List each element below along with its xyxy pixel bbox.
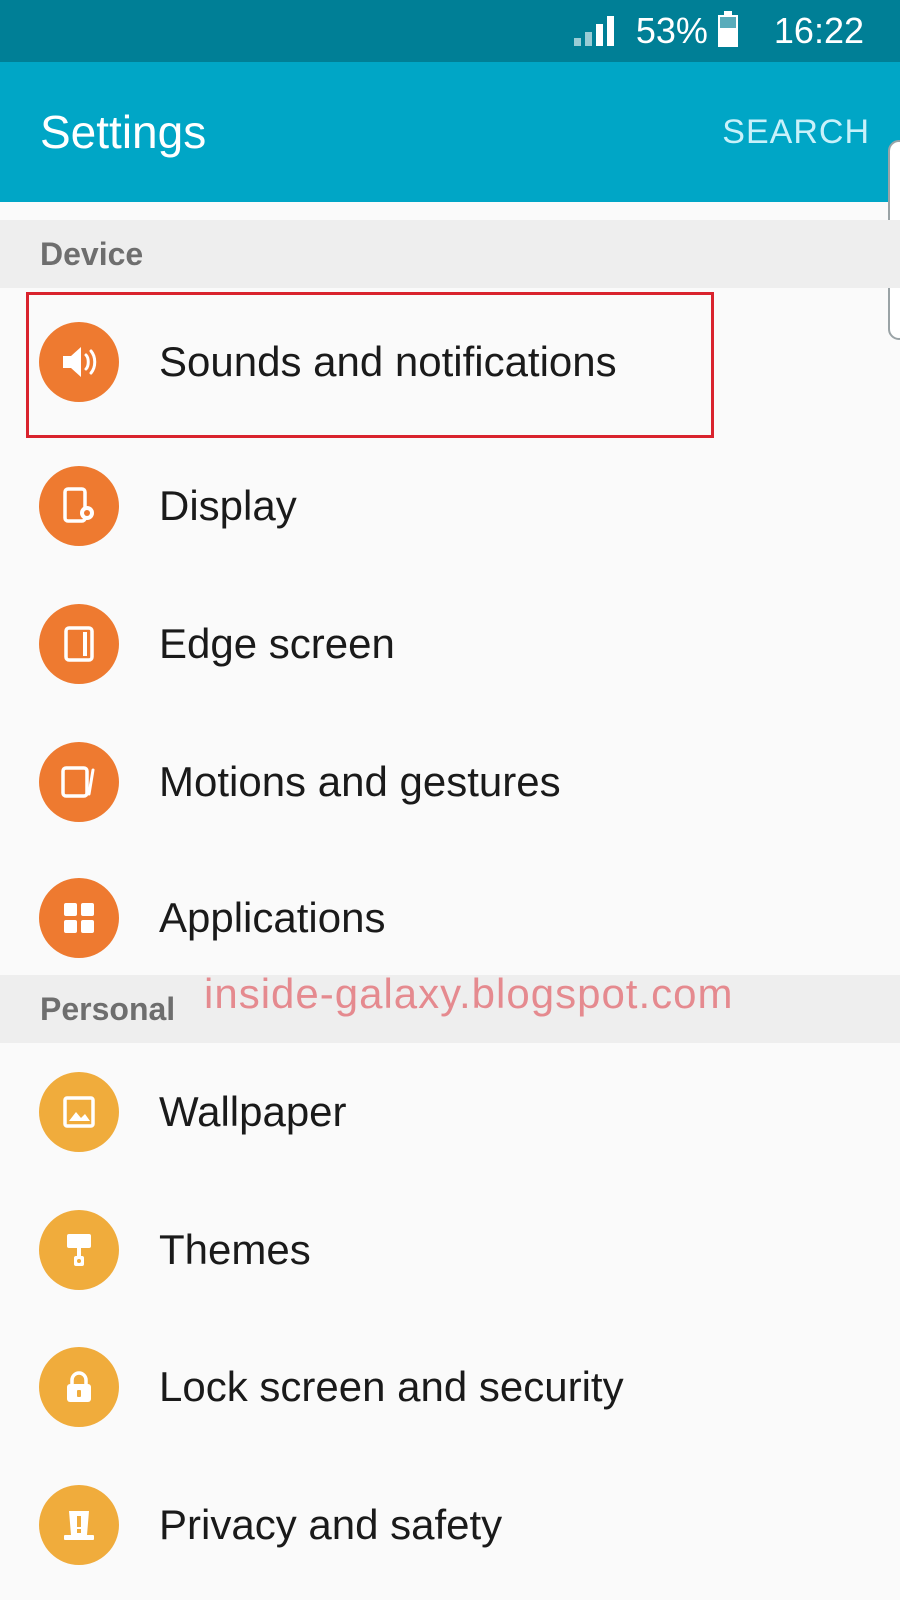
settings-item-display[interactable]: Display (0, 436, 900, 576)
settings-item-motions-and-gestures[interactable]: Motions and gestures (0, 712, 900, 852)
app-bar: Settings SEARCH (0, 62, 900, 202)
settings-item-label: Display (159, 482, 297, 529)
settings-item-applications[interactable]: Applications (0, 848, 900, 988)
settings-item-edge-screen[interactable]: Edge screen (0, 574, 900, 714)
page-title: Settings (40, 106, 207, 158)
settings-item-privacy-and-safety[interactable]: Privacy and safety (0, 1455, 900, 1595)
settings-item-label: Applications (159, 894, 386, 941)
section-header-device: Device (0, 220, 900, 288)
edge-screen-icon (39, 604, 119, 684)
lock-icon (39, 1347, 119, 1427)
watermark: inside-galaxy.blogspot.com (204, 970, 734, 1017)
settings-item-lock-screen-and-security[interactable]: Lock screen and security (0, 1317, 900, 1457)
battery-icon (717, 11, 738, 47)
wallpaper-icon (39, 1072, 119, 1152)
search-button[interactable]: SEARCH (722, 113, 870, 152)
motion-icon (39, 742, 119, 822)
highlight-box (26, 292, 714, 438)
settings-item-label: Themes (159, 1226, 311, 1273)
paint-roller-icon (39, 1210, 119, 1290)
battery-percentage: 53% (635, 10, 708, 51)
settings-item-label: Wallpaper (159, 1088, 347, 1135)
apps-grid-icon (39, 878, 119, 958)
settings-item-label: Motions and gestures (159, 758, 561, 805)
settings-item-label: Edge screen (159, 620, 395, 667)
alert-icon (39, 1485, 119, 1565)
clock: 16:22 (773, 10, 864, 51)
settings-item-label: Lock screen and security (159, 1363, 624, 1410)
settings-item-label: Privacy and safety (159, 1501, 503, 1548)
settings-item-wallpaper[interactable]: Wallpaper (0, 1042, 900, 1182)
settings-item-themes[interactable]: Themes (0, 1180, 900, 1320)
status-bar: 53% 16:22 (0, 0, 900, 62)
display-settings-icon (39, 466, 119, 546)
signal-icon (573, 16, 614, 46)
